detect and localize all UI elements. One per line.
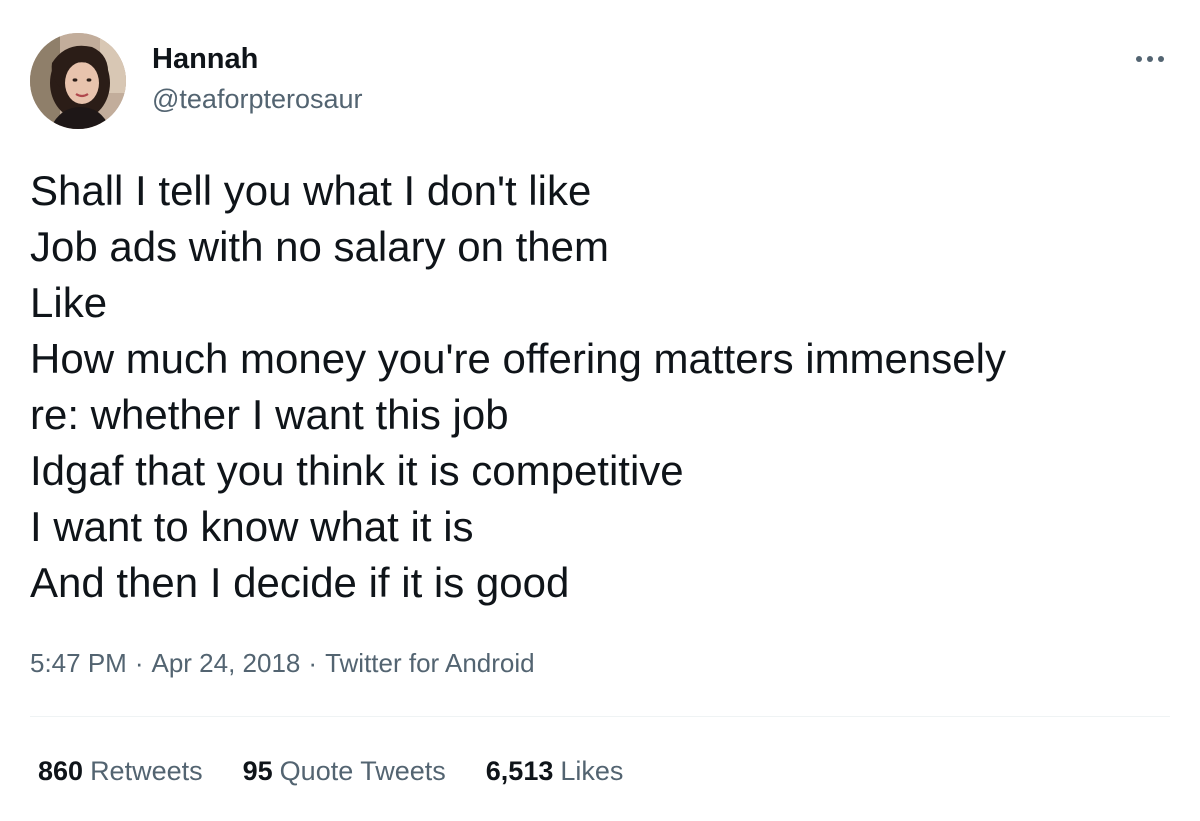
tweet-date[interactable]: Apr 24, 2018 xyxy=(152,648,301,678)
retweets-count: 860 xyxy=(38,756,84,786)
retweets-stat[interactable]: 860 Retweets xyxy=(38,754,203,788)
tweet-meta: 5:47 PM · Apr 24, 2018 · Twitter for Android xyxy=(30,646,535,680)
profile-photo-icon xyxy=(30,33,126,129)
likes-count: 6,513 xyxy=(485,756,554,786)
tweet-time[interactable]: 5:47 PM xyxy=(30,648,127,678)
more-horizontal-icon xyxy=(1147,56,1153,62)
meta-separator: · xyxy=(134,648,144,678)
tweet-text-line: Shall I tell you what I don't like xyxy=(30,167,592,214)
likes-stat[interactable]: 6,513 Likes xyxy=(486,754,624,788)
more-horizontal-icon xyxy=(1136,56,1142,62)
meta-separator: · xyxy=(308,648,318,678)
retweets-label: Retweets xyxy=(90,756,203,786)
tweet-text-line: And then I decide if it is good xyxy=(30,559,570,606)
tweet: Hannah @teaforpterosaur Shall I tell you… xyxy=(0,0,1200,821)
tweet-text-line: I want to know what it is xyxy=(30,503,474,550)
quote-tweets-count: 95 xyxy=(242,756,273,786)
tweet-text-line: Job ads with no salary on them xyxy=(30,223,609,270)
tweet-text-line: re: whether I want this job xyxy=(30,391,509,438)
more-options-button[interactable] xyxy=(1126,44,1174,74)
tweet-text-line: Like xyxy=(30,279,108,326)
tweet-text-line: How much money you're offering matters i… xyxy=(30,335,1006,382)
more-horizontal-icon xyxy=(1158,56,1164,62)
author-name[interactable]: Hannah xyxy=(152,42,258,76)
tweet-stats: 860 Retweets 95 Quote Tweets 6,513 Likes xyxy=(38,754,623,788)
author-handle[interactable]: @teaforpterosaur xyxy=(152,83,363,115)
quote-tweets-label: Quote Tweets xyxy=(279,756,446,786)
divider xyxy=(30,716,1170,717)
tweet-source[interactable]: Twitter for Android xyxy=(325,648,535,678)
author-avatar[interactable] xyxy=(30,33,126,129)
tweet-text-line: Idgaf that you think it is competitive xyxy=(30,447,684,494)
tweet-text: Shall I tell you what I don't like Job a… xyxy=(30,163,1170,611)
likes-label: Likes xyxy=(560,756,624,786)
quote-tweets-stat[interactable]: 95 Quote Tweets xyxy=(243,754,446,788)
